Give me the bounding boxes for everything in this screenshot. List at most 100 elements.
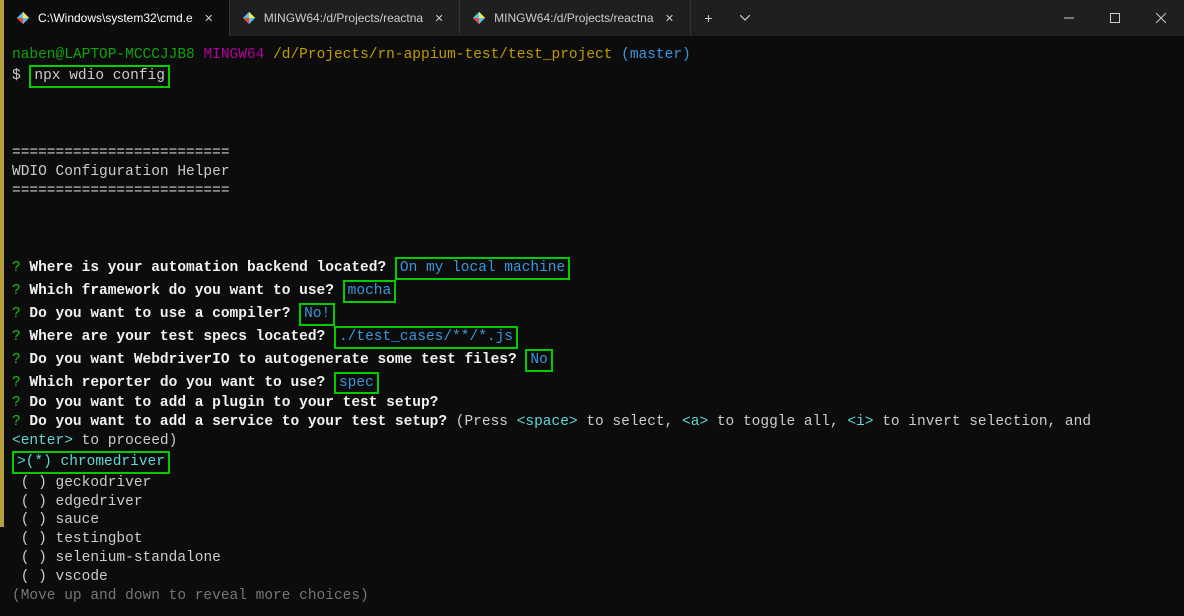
qa-row: ? Which reporter do you want to use? spe… [12,372,1176,395]
qmark-icon: ? [12,352,21,368]
answer: ./test_cases/**/*.js [339,329,513,345]
qa-row: ? Do you want WebdriverIO to autogenerat… [12,349,1176,372]
command-text: npx wdio config [34,68,165,84]
shell-name: MINGW64 [203,47,264,63]
qmark-icon: ? [12,260,21,276]
option-marker: ( ) [12,550,47,566]
option-marker: ( ) [12,512,47,528]
key-space: <space> [517,414,578,430]
qmark-icon: ? [12,306,21,322]
option-marker: ( ) [12,475,47,491]
qmark-icon: ? [12,329,21,345]
tab-mingw-1[interactable]: MINGW64:/d/Projects/reactna ✕ [230,0,460,36]
question: Do you want to add a service to your tes… [29,414,447,430]
answer: No! [304,306,330,322]
minimize-button[interactable] [1046,0,1092,36]
key-i: <i> [847,414,873,430]
option-box: >(*) chromedriver [12,451,170,474]
close-icon[interactable]: ✕ [662,10,678,26]
option-marker: ( ) [12,531,47,547]
close-button[interactable] [1138,0,1184,36]
tab-cmd[interactable]: C:\Windows\system32\cmd.e ✕ [4,0,230,36]
answer-box: On my local machine [395,257,570,280]
answer: No [530,352,547,368]
command-line: $ npx wdio config [12,65,1176,88]
option-label: testingbot [56,531,143,547]
option-label: selenium-standalone [56,550,221,566]
key-a: <a> [682,414,708,430]
new-tab-button[interactable]: + [691,0,727,36]
option-marker: >(*) [17,454,52,470]
more-choices-hint: (Move up and down to reveal more choices… [12,587,1176,606]
tab-label: MINGW64:/d/Projects/reactna [264,11,423,25]
qa-row: ? Where is your automation backend locat… [12,257,1176,280]
qa-row: ? Where are your test specs located? ./t… [12,326,1176,349]
qa-row: ? Which framework do you want to use? mo… [12,280,1176,303]
window-controls [1046,0,1184,36]
qmark-icon: ? [12,375,21,391]
divider: ========================= [12,182,1176,201]
answer-box: mocha [343,280,397,303]
question: Where are your test specs located? [29,329,325,345]
blank-line [12,107,1176,126]
blank-line [12,220,1176,239]
question: Where is your automation backend located… [29,260,386,276]
qmark-icon: ? [12,395,21,411]
cwd-path: /d/Projects/rn-appium-test/test_project [273,47,612,63]
qmark-icon: ? [12,414,21,430]
git-branch: (master) [621,47,691,63]
answer-box: spec [334,372,379,395]
option-row-selected[interactable]: >(*) chromedriver [12,451,1176,474]
option-label: chromedriver [61,454,165,470]
question: Do you want to add a plugin to your test… [29,395,438,411]
question: Which reporter do you want to use? [29,375,325,391]
question: Which framework do you want to use? [29,283,334,299]
qmark-icon: ? [12,283,21,299]
helper-title: WDIO Configuration Helper [12,163,1176,182]
hint: (Press [456,414,517,430]
question: Do you want to use a compiler? [29,306,290,322]
option-row[interactable]: ( ) sauce [12,511,1176,530]
tab-dropdown-button[interactable] [727,0,763,36]
answer-box: No [525,349,552,372]
option-row[interactable]: ( ) vscode [12,568,1176,587]
answer: spec [339,375,374,391]
option-row[interactable]: ( ) testingbot [12,530,1176,549]
answer-box: No! [299,303,335,326]
tab-label: C:\Windows\system32\cmd.e [38,11,193,25]
divider: ========================= [12,144,1176,163]
answer: On my local machine [400,260,565,276]
terminal-content[interactable]: naben@LAPTOP-MCCCJJB8 MINGW64 /d/Project… [4,36,1184,616]
prompt-line: naben@LAPTOP-MCCCJJB8 MINGW64 /d/Project… [12,46,1176,65]
terminal-icon [16,11,30,25]
qa-row: ? Do you want to use a compiler? No! [12,303,1176,326]
prompt-symbol: $ [12,68,21,84]
option-row[interactable]: ( ) edgedriver [12,493,1176,512]
answer-box: ./test_cases/**/*.js [334,326,518,349]
terminal-icon [242,11,256,25]
titlebar: C:\Windows\system32\cmd.e ✕ MINGW64:/d/P… [4,0,1184,36]
close-icon[interactable]: ✕ [431,10,447,26]
terminal-icon [472,11,486,25]
key-enter: <enter> [12,433,73,449]
option-label: sauce [56,512,100,528]
tabs-container: C:\Windows\system32\cmd.e ✕ MINGW64:/d/P… [4,0,1046,36]
option-row[interactable]: ( ) geckodriver [12,474,1176,493]
hint-line-2: <enter> to proceed) [12,432,1176,451]
option-label: vscode [56,569,108,585]
close-icon[interactable]: ✕ [201,10,217,26]
tab-label: MINGW64:/d/Projects/reactna [494,11,653,25]
option-label: geckodriver [56,475,152,491]
question: Do you want WebdriverIO to autogenerate … [29,352,516,368]
option-label: edgedriver [56,494,143,510]
qa-row: ? Do you want to add a service to your t… [12,413,1176,432]
option-marker: ( ) [12,494,47,510]
user-host: naben@LAPTOP-MCCCJJB8 [12,47,195,63]
answer: mocha [348,283,392,299]
qa-row: ? Do you want to add a plugin to your te… [12,394,1176,413]
command-box: npx wdio config [29,65,170,88]
tab-mingw-2[interactable]: MINGW64:/d/Projects/reactna ✕ [460,0,690,36]
option-row[interactable]: ( ) selenium-standalone [12,549,1176,568]
option-marker: ( ) [12,569,47,585]
maximize-button[interactable] [1092,0,1138,36]
